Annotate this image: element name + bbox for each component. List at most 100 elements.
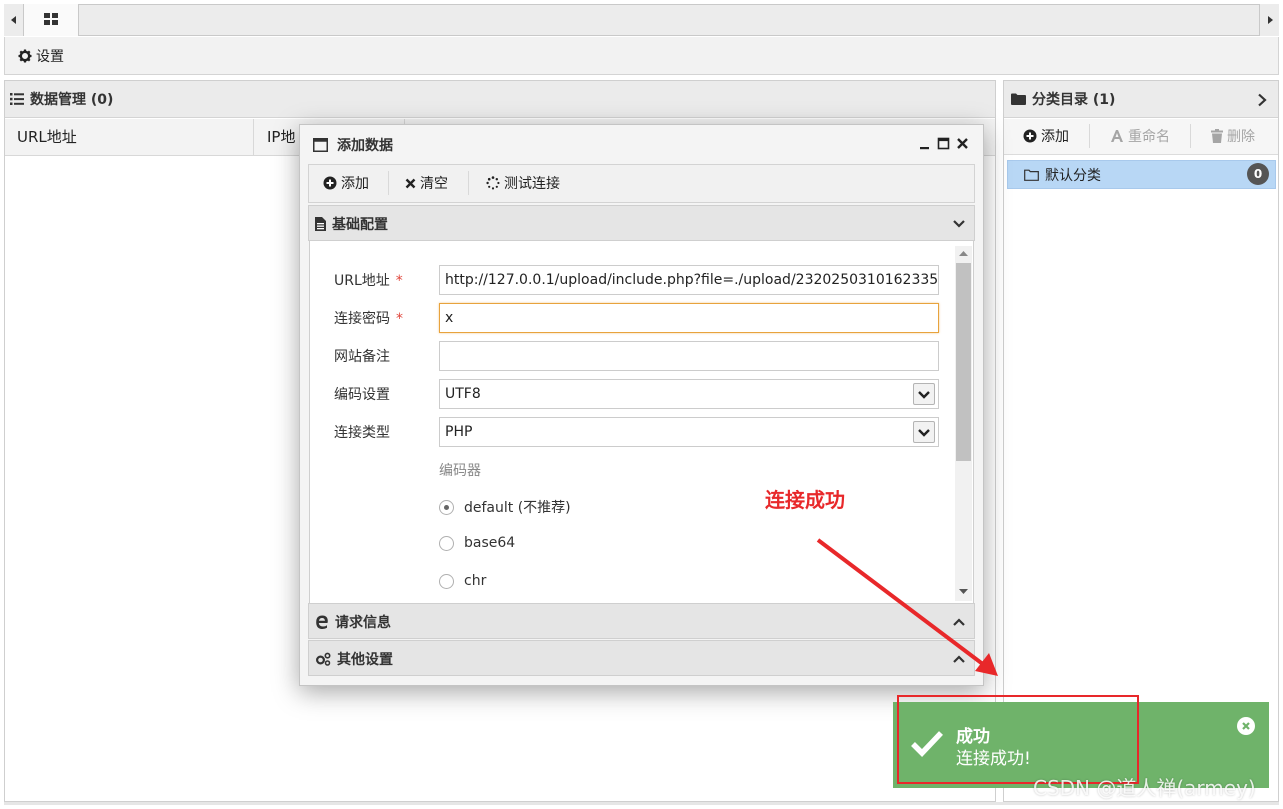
chevron-right-icon [1258,93,1267,107]
grid-icon [44,13,58,25]
toast-close-button[interactable] [1237,717,1255,735]
category-item-label: 默认分类 [1045,168,1101,184]
connection-type-select-value: PHP [445,424,473,440]
annotation-text: 连接成功 [765,488,845,512]
scrollbar-thumb[interactable] [956,263,971,461]
tab-home[interactable] [24,4,79,36]
close-icon [1242,722,1250,730]
category-rename-button[interactable]: 重命名 [1110,126,1170,146]
chevron-down-icon [918,391,930,399]
dialog-clear-button[interactable]: 清空 [405,173,448,193]
dialog-titlebar[interactable] [300,125,983,163]
list-icon [10,93,24,105]
encoder-option-base64[interactable]: base64 [439,535,515,551]
tab-scroll-left-button[interactable] [4,4,24,36]
encoder-option-chr[interactable]: chr [439,573,486,589]
chevron-down-icon [953,220,965,228]
annotation-arrow-icon [816,538,998,676]
column-header-url[interactable]: URL地址 [5,119,254,156]
folder-open-outline-icon [1024,169,1039,181]
watermark: CSDN @道人禅(armey) [1033,776,1256,800]
section-request-info-label: 请求信息 [335,615,391,631]
toolbar-separator [1190,124,1191,148]
folder-icon [1011,93,1026,105]
collapse-panel-button[interactable] [1257,93,1267,107]
dialog-title-text: 添加数据 [337,138,393,154]
font-icon [1111,130,1123,142]
minimize-icon[interactable] [918,137,931,150]
tab-scroll-right-button[interactable] [1259,4,1279,36]
category-add-label: 添加 [1041,129,1069,145]
category-count-badge: 0 [1247,163,1269,185]
dialog-title: 添加数据 [313,135,393,155]
encoder-option-label: base64 [464,535,516,551]
section-request-info-title: 请求信息 [315,612,391,632]
section-other-settings-title: 其他设置 [315,649,393,669]
encoding-select[interactable]: UTF8 [439,379,939,409]
password-input[interactable]: x [439,303,939,333]
dialog-add-label: 添加 [341,176,369,192]
radio-button[interactable] [439,535,454,551]
encoder-option-label: default (不推荐) [464,500,571,516]
dialog-add-button[interactable]: 添加 [323,173,369,193]
caret-right-icon [1268,16,1273,24]
trash-icon [1211,129,1223,143]
select-dropdown-button[interactable] [913,421,935,443]
category-panel-title-text: 分类目录 (1) [1032,92,1116,108]
gears-icon [315,652,331,666]
url-label-text: URL地址 [334,273,390,289]
toolbar-separator [388,171,389,195]
encoder-label: 编码器 [439,463,481,479]
category-delete-label: 删除 [1227,129,1255,145]
close-icon[interactable] [956,137,969,150]
section-other-settings-label: 其他设置 [337,652,393,668]
maximize-icon[interactable] [937,137,950,150]
settings-label: 设置 [36,49,64,65]
file-text-icon [315,217,326,231]
plus-circle-icon [323,176,337,190]
category-add-button[interactable]: 添加 [1023,126,1069,146]
category-panel-title: 分类目录 (1) [1011,89,1115,109]
section-basic-config-label: 基础配置 [332,217,388,233]
section-basic-config[interactable] [308,205,975,241]
data-panel-header [5,81,995,118]
required-mark: * [396,311,403,327]
toolbar-separator [468,171,469,195]
edge-icon [316,615,328,629]
scroll-up-arrow-icon[interactable] [958,249,969,257]
dialog-test-connection-button[interactable]: 测试连接 [486,173,560,193]
password-field-label: 连接密码 * [334,308,403,328]
radio-button-checked[interactable] [439,499,454,515]
url-field-label: URL地址 * [334,270,403,290]
annotation-highlight-box [897,695,1139,784]
dialog-window-controls [918,137,969,150]
encoding-select-value: UTF8 [445,386,481,402]
url-input[interactable]: http://127.0.0.1/upload/include.php?file… [439,265,939,295]
site-note-label: 网站备注 [334,349,390,365]
encoder-option-label: chr [464,573,487,589]
password-label-text: 连接密码 [334,311,390,327]
bottom-border [4,802,1279,805]
tab-strip [4,4,1279,36]
site-note-input[interactable] [439,341,939,371]
data-panel-title: 数据管理 (0) [10,89,113,109]
spinner-icon [486,176,500,190]
connection-type-label: 连接类型 [334,425,390,441]
settings-button[interactable]: 设置 [18,45,64,67]
chevron-down-icon [918,429,930,437]
required-mark: * [395,273,403,289]
encoder-option-default[interactable]: default (不推荐) [439,497,571,517]
times-icon [405,178,416,188]
main-toolbar [4,37,1279,75]
encoding-label: 编码设置 [334,387,390,403]
radio-button[interactable] [439,573,454,589]
dialog-test-connection-label: 测试连接 [504,176,560,192]
caret-left-icon [11,16,16,24]
data-panel-title-text: 数据管理 (0) [30,92,114,108]
toolbar-separator [1089,124,1090,148]
connection-type-select[interactable]: PHP [439,417,939,447]
select-dropdown-button[interactable] [913,383,935,405]
category-delete-button[interactable]: 删除 [1211,126,1255,146]
gear-icon [18,49,32,63]
category-rename-label: 重命名 [1128,129,1170,145]
